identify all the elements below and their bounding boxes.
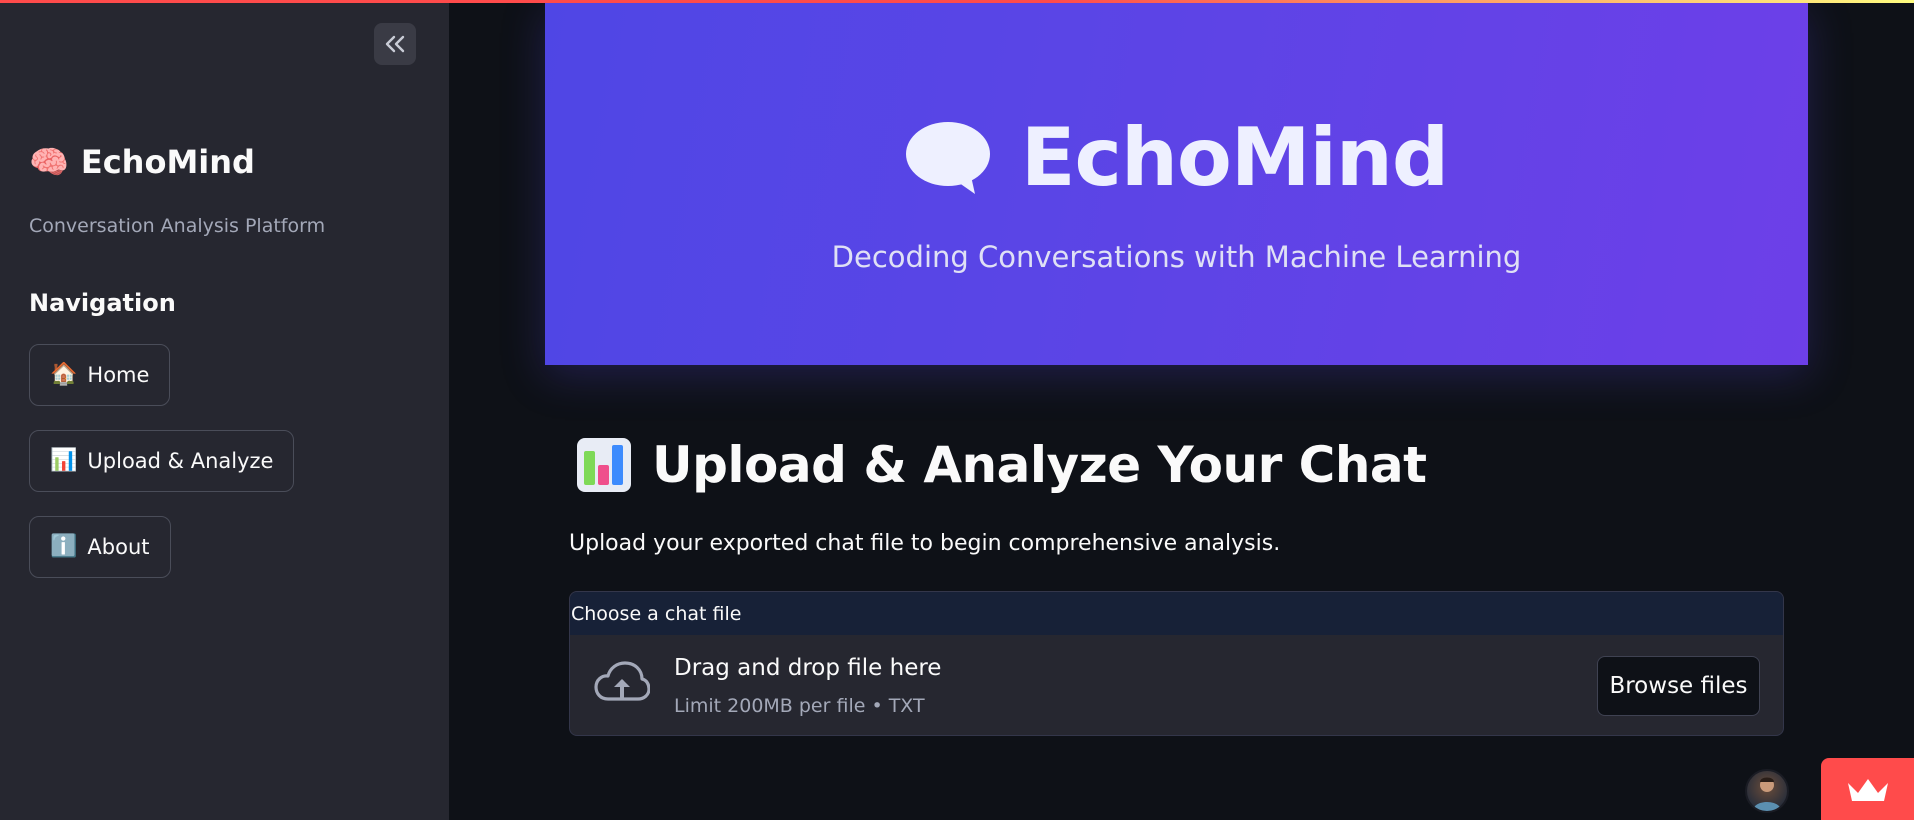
speech-bubble-icon xyxy=(905,121,990,194)
page-description: Upload your exported chat file to begin … xyxy=(569,531,1281,556)
hero-subtitle: Decoding Conversations with Machine Lear… xyxy=(831,240,1522,274)
crown-icon xyxy=(1847,779,1888,801)
uploader-label: Choose a chat file xyxy=(570,592,1783,635)
hero-title: EchoMind xyxy=(1020,111,1449,204)
brand-subtitle: Conversation Analysis Platform xyxy=(29,215,326,237)
nav-button-about[interactable]: ℹ️ About xyxy=(29,516,171,578)
collapse-sidebar-button[interactable] xyxy=(374,23,416,65)
nav-button-label: Upload & Analyze xyxy=(87,449,274,473)
top-decoration-bar xyxy=(0,0,1914,3)
brain-icon: 🧠 xyxy=(29,143,69,181)
bar-chart-icon xyxy=(577,438,631,492)
nav-button-upload-analyze[interactable]: 📊 Upload & Analyze xyxy=(29,430,295,492)
hero-banner: EchoMind Decoding Conversations with Mac… xyxy=(545,3,1808,365)
avatar-icon xyxy=(1753,777,1781,811)
user-avatar[interactable] xyxy=(1745,769,1789,813)
brand-title: EchoMind xyxy=(80,143,255,181)
nav-button-label: Home xyxy=(87,363,150,387)
hero-title-row: EchoMind xyxy=(905,111,1449,204)
sidebar: 🧠 EchoMind Conversation Analysis Platfor… xyxy=(0,0,449,820)
file-dropzone[interactable]: Drag and drop file here Limit 200MB per … xyxy=(570,635,1783,735)
bar-chart-icon: 📊 xyxy=(50,448,78,473)
page-title: Upload & Analyze Your Chat xyxy=(576,436,1427,494)
dropzone-limit: Limit 200MB per file • TXT xyxy=(674,695,925,717)
cloud-upload-icon xyxy=(594,661,650,701)
nav-button-label: About xyxy=(87,535,150,559)
house-icon: 🏠 xyxy=(50,362,78,387)
streamlit-badge[interactable] xyxy=(1821,758,1914,820)
nav-button-home[interactable]: 🏠 Home xyxy=(29,344,171,406)
double-chevron-left-icon xyxy=(385,35,405,53)
info-icon: ℹ️ xyxy=(50,534,78,559)
file-uploader: Choose a chat file Drag and drop file he… xyxy=(569,591,1784,736)
page-title-text: Upload & Analyze Your Chat xyxy=(652,436,1427,494)
browse-files-button[interactable]: Browse files xyxy=(1597,656,1760,716)
sidebar-brand: 🧠 EchoMind xyxy=(29,143,255,181)
dropzone-text: Drag and drop file here xyxy=(674,655,942,681)
nav-heading: Navigation xyxy=(29,289,176,317)
